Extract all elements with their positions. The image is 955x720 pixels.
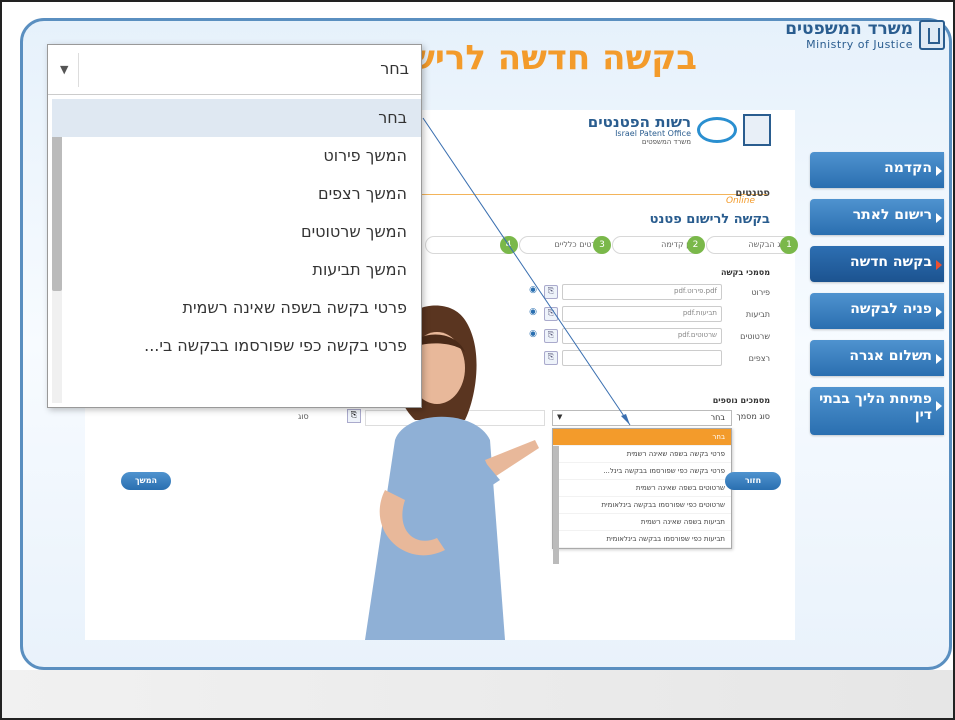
ministry-header: משרד המשפטים Ministry of Justice xyxy=(785,20,945,51)
dropdown-option[interactable]: בחר xyxy=(52,99,421,137)
arrow-right-icon xyxy=(936,401,942,411)
dropdown-option[interactable]: המשך תביעות xyxy=(48,251,421,289)
wizard-steps: 1סוג הבקשה 2דין קדימה 3פרטים כלליים 4מ xyxy=(425,236,795,256)
doc-type-option[interactable]: פרטי בקשה בשפה שאינה רשמית xyxy=(553,446,731,463)
online-label: Online xyxy=(726,196,755,206)
doc-row-drawings: שרטוטים pdf.שרטוטים ⎘ ◉ xyxy=(526,328,770,344)
step-2[interactable]: 2דין קדימה xyxy=(612,236,702,254)
nav-item-request-inquiry[interactable]: פניה לבקשה xyxy=(810,293,944,329)
dropdown-option[interactable]: המשך רצפים xyxy=(48,175,421,213)
doc-type-option[interactable]: תביעות בשפה שאינה רשמית xyxy=(553,514,731,531)
doc-type-option[interactable]: שרטוטים בשפה שאינה רשמית xyxy=(553,480,731,497)
doc-row-sequences: רצפים ⎘ xyxy=(544,350,770,366)
next-button[interactable]: המשך xyxy=(121,472,171,490)
dropdown-option[interactable]: המשך שרטוטים xyxy=(48,213,421,251)
dropdown-option[interactable]: פרטי בקשה כפי שפורסמו בבקשה בי... xyxy=(48,327,421,365)
office-subtitle: משרד המשפטים xyxy=(588,138,691,146)
arrow-right-icon xyxy=(936,166,942,176)
bottom-band xyxy=(2,670,955,720)
patent-office-header: רשות הפטנטים Israel Patent Office משרד ה… xyxy=(588,114,771,146)
chevron-down-icon: ▼ xyxy=(557,413,562,421)
menorah-emblem-icon xyxy=(743,114,771,146)
zoomed-dropdown: ▼ בחר בחר המשך פירוט המשך רצפים המשך שרט… xyxy=(47,44,422,408)
divider xyxy=(78,53,79,87)
slide: משרד המשפטים Ministry of Justice בקשה חד… xyxy=(0,0,955,720)
doc-type-option[interactable]: תביעות כפי שפורסמו בבקשה בינלאומית xyxy=(553,531,731,548)
doc-row-specification: פירוט pdf.פירוט.pdf ⎘ ◉ xyxy=(526,284,770,300)
form-title: בקשה לרישום פטנט xyxy=(650,212,770,227)
extra-docs-section-label: מסמכים נוספים xyxy=(713,396,770,405)
back-button[interactable]: חזור xyxy=(725,472,781,490)
step-1[interactable]: 1סוג הבקשה xyxy=(706,236,796,254)
file-field[interactable]: pdf.שרטוטים xyxy=(562,328,722,344)
side-nav: הקדמה רישום לאתר בקשה חדשה פניה לבקשה תש… xyxy=(810,152,944,446)
nav-item-intro[interactable]: הקדמה xyxy=(810,152,944,188)
dropdown-value: בחר xyxy=(380,59,409,78)
ministry-name-en: Ministry of Justice xyxy=(785,38,913,51)
doc-type-option[interactable]: בחר xyxy=(553,429,731,446)
doc-type-label: סוג מסמך xyxy=(736,412,770,421)
patent-office-logo-icon xyxy=(697,117,737,143)
step-4[interactable]: 4מ xyxy=(425,236,515,254)
arrow-right-icon xyxy=(936,354,942,364)
office-name-he: רשות הפטנטים xyxy=(588,115,691,129)
nav-item-pay-fee[interactable]: תשלום אגרה xyxy=(810,340,944,376)
chevron-down-icon: ▼ xyxy=(60,63,68,76)
arrow-right-icon xyxy=(936,213,942,223)
doc-type-option[interactable]: שרטוטים כפי שפורסמו בבקשה בינלאומית xyxy=(553,497,731,514)
nav-item-court-proceedings[interactable]: פתיחת הליך בבתי דין xyxy=(810,387,944,435)
arrow-right-icon xyxy=(936,260,942,270)
dropdown-options: בחר המשך פירוט המשך רצפים המשך שרטוטים ה… xyxy=(48,99,421,365)
file-field[interactable]: pdf.פירוט.pdf xyxy=(562,284,722,300)
nav-item-new-request[interactable]: בקשה חדשה xyxy=(810,246,944,282)
doc-type-options-list: בחר פרטי בקשה בשפה שאינה רשמית פרטי בקשה… xyxy=(552,428,732,549)
file-field[interactable] xyxy=(562,350,722,366)
doc-type-select[interactable]: ▼ בחר xyxy=(552,410,732,426)
other-doc-label: סוג xyxy=(298,412,309,421)
step-3[interactable]: 3פרטים כלליים xyxy=(519,236,609,254)
arrow-right-icon xyxy=(936,307,942,317)
doc-row-claims: תביעות pdf.תביעות ⎘ ◉ xyxy=(526,306,770,322)
menorah-emblem-icon xyxy=(919,20,945,50)
dropdown-header[interactable]: ▼ בחר xyxy=(48,45,421,95)
ministry-name-he: משרד המשפטים xyxy=(785,20,913,38)
file-field[interactable]: pdf.תביעות xyxy=(562,306,722,322)
dropdown-option[interactable]: פרטי בקשה בשפה שאינה רשמית xyxy=(48,289,421,327)
docs-section-label: מסמכי בקשה xyxy=(721,268,770,277)
nav-item-register[interactable]: רישום לאתר xyxy=(810,199,944,235)
doc-type-option[interactable]: פרטי בקשה כפי שפורסמו בבקשה בינל... xyxy=(553,463,731,480)
dropdown-option[interactable]: המשך פירוט xyxy=(48,137,421,175)
divider xyxy=(403,194,767,195)
